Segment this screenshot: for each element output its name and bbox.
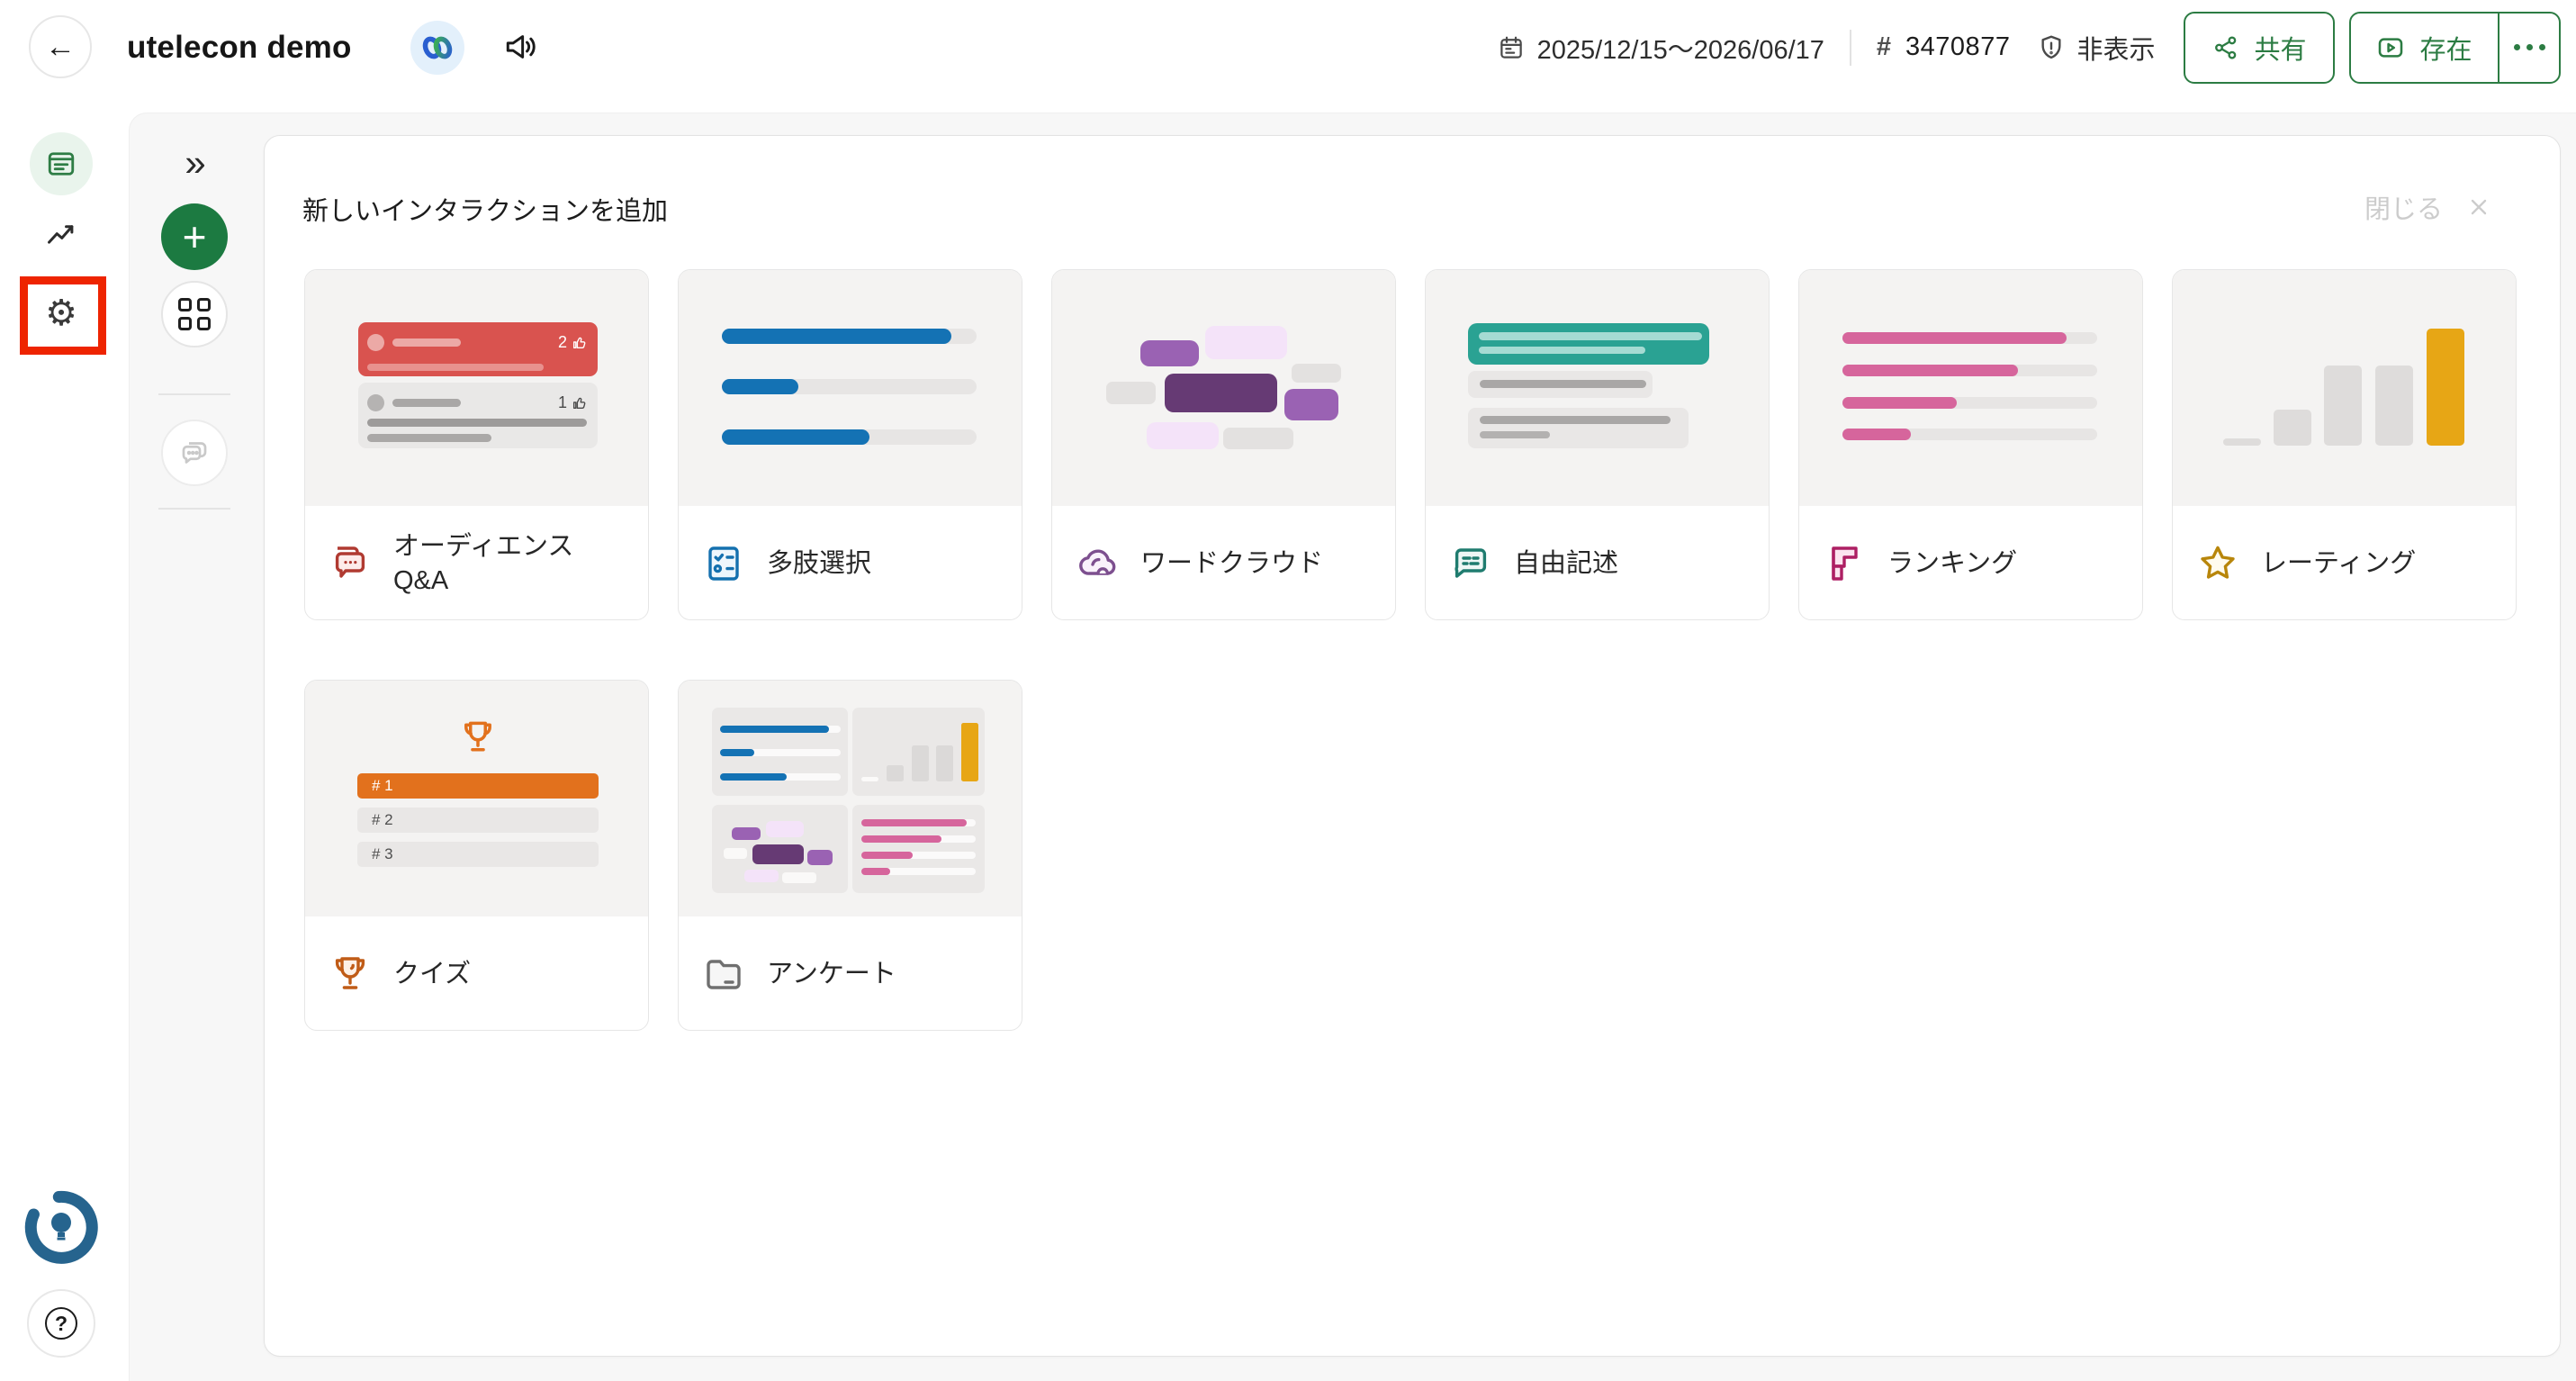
visibility-control[interactable]: 非表示 bbox=[2037, 29, 2155, 67]
folder-icon bbox=[702, 952, 745, 996]
quiz-thumbnail: # 1 # 2 # 3 bbox=[305, 681, 648, 916]
poll-card-icon bbox=[45, 148, 77, 180]
share-nodes-icon bbox=[2212, 34, 2239, 61]
trophy-icon bbox=[458, 717, 498, 758]
back-button[interactable]: ← bbox=[29, 15, 92, 78]
card-label: ランキング bbox=[1887, 546, 2017, 581]
card-label: クイズ bbox=[393, 957, 471, 991]
announce-icon bbox=[503, 31, 539, 63]
interaction-card-survey[interactable]: アンケート bbox=[678, 680, 1022, 1031]
hash-icon: # bbox=[1877, 32, 1891, 62]
interaction-card-open-text[interactable]: 自由記述 bbox=[1425, 269, 1770, 620]
dialog-title: 新しいインタラクションを追加 bbox=[302, 190, 668, 228]
interaction-card-ranking[interactable]: ランキング bbox=[1798, 269, 2143, 620]
divider bbox=[158, 393, 230, 395]
event-title: utelecon demo bbox=[127, 30, 352, 66]
grid-icon bbox=[178, 298, 211, 330]
card-label: ワードクラウド bbox=[1140, 546, 1323, 581]
shield-alert-icon bbox=[2037, 33, 2066, 62]
help-button[interactable]: ? bbox=[27, 1289, 95, 1358]
present-play-icon bbox=[2376, 33, 2405, 62]
interaction-card-word-cloud[interactable]: ワードクラウド bbox=[1051, 269, 1396, 620]
annotation-highlight-box bbox=[20, 276, 106, 355]
cloud-icon bbox=[1076, 542, 1119, 585]
interaction-card-multiple-choice[interactable]: 多肢選択 bbox=[678, 269, 1022, 620]
ranking-thumbnail bbox=[1799, 270, 2142, 506]
present-label: 存在 bbox=[2419, 29, 2472, 67]
sidebar-item-interactions[interactable] bbox=[30, 132, 93, 195]
card-label: 多肢選択 bbox=[767, 546, 871, 581]
collapse-rail-button[interactable]: » bbox=[174, 142, 215, 184]
slido-bulb-logo bbox=[24, 1190, 98, 1264]
divider bbox=[1850, 30, 1851, 66]
share-label: 共有 bbox=[2254, 29, 2306, 67]
add-interaction-button[interactable]: + bbox=[161, 203, 228, 270]
chat-button[interactable] bbox=[161, 420, 228, 486]
qa-bubbles-icon bbox=[329, 542, 372, 585]
interaction-card-audience-qa[interactable]: 2 1 bbox=[304, 269, 649, 620]
interaction-card-rating[interactable]: レーティング bbox=[2172, 269, 2517, 620]
share-button[interactable]: 共有 bbox=[2184, 12, 2335, 84]
date-range-value: 2025/12/15〜2026/06/17 bbox=[1537, 29, 1824, 67]
sidebar-item-analytics[interactable] bbox=[44, 219, 78, 253]
chat-bubbles-icon bbox=[178, 437, 211, 469]
ranking-steps-icon bbox=[1823, 542, 1866, 585]
text-bubble-icon bbox=[1449, 542, 1492, 585]
card-label: オーディエンスQ&A bbox=[393, 529, 573, 599]
event-code-value: 3470877 bbox=[1905, 32, 2010, 62]
choice-thumbnail bbox=[679, 270, 1022, 506]
card-label: レーティング bbox=[2261, 546, 2416, 581]
card-label: アンケート bbox=[767, 957, 896, 991]
more-options-button[interactable] bbox=[2499, 14, 2559, 82]
present-button[interactable]: 存在 bbox=[2351, 14, 2497, 82]
star-icon bbox=[2196, 542, 2239, 585]
templates-button[interactable] bbox=[161, 281, 228, 348]
cloud-thumbnail bbox=[1052, 270, 1395, 506]
present-split-button: 存在 bbox=[2349, 12, 2561, 84]
webex-logo bbox=[420, 34, 455, 61]
rating-thumbnail bbox=[2173, 270, 2516, 506]
interaction-card-quiz[interactable]: # 1 # 2 # 3 クイズ bbox=[304, 680, 649, 1031]
visibility-label: 非表示 bbox=[2076, 29, 2155, 67]
checklist-icon bbox=[702, 542, 745, 585]
webex-integration-badge[interactable] bbox=[410, 21, 464, 75]
card-label: 自由記述 bbox=[1514, 546, 1618, 581]
event-code-control[interactable]: # 3470877 bbox=[1877, 32, 2011, 62]
calendar-icon bbox=[1498, 34, 1525, 61]
text-thumbnail bbox=[1426, 270, 1769, 506]
date-range-control[interactable]: 2025/12/15〜2026/06/17 bbox=[1498, 29, 1824, 67]
add-interaction-dialog: 新しいインタラクションを追加 閉じる 2 bbox=[264, 135, 2561, 1357]
trophy-icon bbox=[329, 952, 372, 996]
header-toolbar: 2025/12/15〜2026/06/17 # 3470877 非表示 bbox=[1498, 0, 2561, 95]
trend-up-icon bbox=[44, 219, 78, 253]
close-label[interactable]: 閉じる bbox=[2364, 188, 2443, 226]
app-header: ← utelecon demo bbox=[0, 0, 2576, 95]
close-icon[interactable] bbox=[2468, 196, 2490, 218]
divider bbox=[158, 508, 230, 510]
qa-thumbnail: 2 1 bbox=[305, 270, 648, 506]
announce-button[interactable] bbox=[500, 28, 542, 66]
question-circle-icon: ? bbox=[45, 1307, 77, 1340]
survey-thumbnail bbox=[679, 681, 1022, 916]
back-arrow-icon: ← bbox=[45, 30, 76, 65]
